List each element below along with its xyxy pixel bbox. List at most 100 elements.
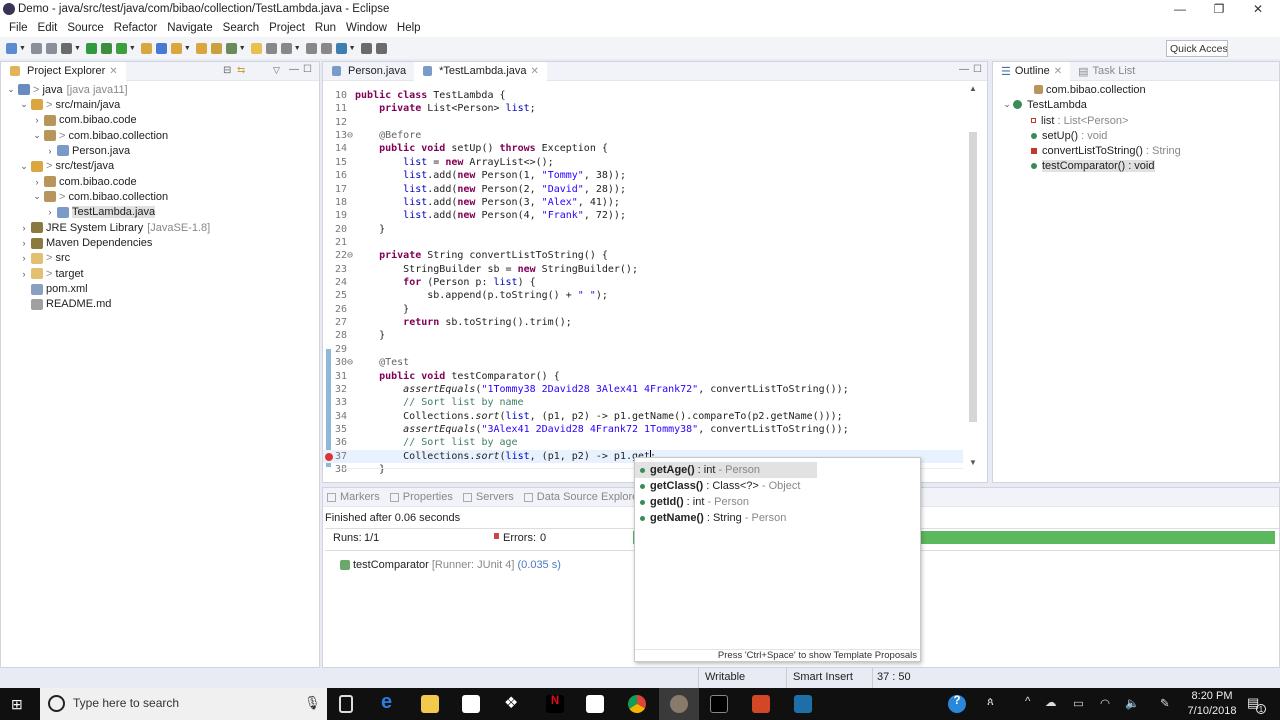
pen-icon[interactable]: ✎ — [1160, 696, 1170, 710]
scroll-up-icon[interactable]: ▲ — [969, 84, 977, 93]
tab-outline[interactable]: ☰ Outline ✕ — [993, 61, 1071, 81]
tree-item[interactable]: › com.bibao.code — [31, 174, 137, 189]
tree-item[interactable]: ⌄ > java [java java11] — [5, 82, 127, 97]
menu-source[interactable]: Source — [67, 22, 103, 34]
tree-item[interactable]: ⌄ > com.bibao.collection — [31, 128, 168, 143]
show-hidden-icons[interactable]: ^ — [1025, 696, 1030, 708]
chrome-icon[interactable] — [628, 695, 646, 713]
outline-member[interactable]: convertListToString() : String — [1031, 144, 1181, 159]
prev-annotation-icon[interactable] — [280, 42, 292, 54]
outline-class[interactable]: ⌄ TestLambda — [1001, 97, 1087, 112]
menu-navigate[interactable]: Navigate — [167, 22, 212, 34]
back-icon[interactable] — [360, 42, 372, 54]
eclipse-taskbar-icon[interactable] — [670, 695, 688, 713]
chevron-right-icon[interactable]: › — [31, 177, 43, 187]
chevron-down-icon[interactable]: ⌄ — [5, 84, 17, 95]
chevron-right-icon[interactable]: › — [18, 223, 30, 233]
menu-search[interactable]: Search — [223, 22, 259, 34]
chevron-down-icon[interactable]: ⌄ — [18, 161, 30, 172]
volume-icon[interactable]: 🔈 — [1125, 696, 1139, 710]
tree-item[interactable]: README.md — [18, 297, 111, 312]
chevron-right-icon[interactable]: › — [44, 207, 56, 217]
proposal-item[interactable]: getName() : String - Person — [635, 510, 920, 526]
mail-icon[interactable] — [586, 695, 604, 713]
editor-tab[interactable]: Person.java — [323, 62, 414, 81]
menu-file[interactable]: File — [9, 22, 28, 34]
tree-item[interactable]: pom.xml — [18, 282, 88, 297]
tab-task-list[interactable]: ▤ Task List — [1070, 62, 1143, 81]
close-icon[interactable]: ✕ — [531, 66, 539, 77]
minimize-editor-icon[interactable]: — — [959, 64, 969, 75]
dropdown-icon[interactable]: ▼ — [19, 45, 26, 52]
minimize-view-icon[interactable]: — — [289, 64, 299, 75]
vertical-scrollbar[interactable] — [969, 132, 977, 422]
search-box[interactable]: Type here to search 🎙 — [40, 688, 327, 720]
test-result-item[interactable]: testComparator [Runner: JUnit 4] (0.035 … — [339, 557, 561, 572]
insert-mode-status[interactable]: Smart Insert — [793, 671, 853, 683]
next-annotation-icon[interactable] — [265, 42, 277, 54]
tree-item[interactable]: › Person.java — [44, 143, 131, 158]
open-task-icon[interactable] — [195, 42, 207, 54]
tree-item[interactable]: › > target — [18, 266, 84, 281]
chevron-down-icon[interactable]: ⌄ — [31, 191, 43, 202]
link-editor-icon[interactable]: ⇆ — [237, 65, 245, 76]
chevron-down-icon[interactable]: ⌄ — [18, 99, 30, 110]
chevron-right-icon[interactable]: › — [31, 115, 43, 125]
close-button[interactable]: ✕ — [1248, 2, 1268, 16]
file-explorer-icon[interactable] — [421, 695, 439, 713]
highlight-icon[interactable] — [250, 42, 262, 54]
maximize-button[interactable]: ❐ — [1209, 2, 1229, 16]
web-icon[interactable] — [335, 42, 347, 54]
menu-window[interactable]: Window — [346, 22, 387, 34]
menu-edit[interactable]: Edit — [38, 22, 58, 34]
clock-date[interactable]: 7/10/2018 — [1186, 705, 1238, 717]
tree-item[interactable]: ⌄ > com.bibao.collection — [31, 189, 168, 204]
proposal-item[interactable]: getId() : int - Person — [635, 494, 920, 510]
new-java-project-icon[interactable] — [140, 42, 152, 54]
snagit-icon[interactable] — [794, 695, 812, 713]
tab-markers[interactable]: Markers — [323, 488, 384, 507]
outline-member[interactable]: setUp() : void — [1031, 128, 1107, 143]
tab-servers[interactable]: Servers — [459, 488, 518, 507]
outline-package[interactable]: com.bibao.collection — [1033, 82, 1146, 97]
error-marker-icon[interactable] — [325, 452, 333, 461]
outline-member[interactable]: list : List<Person> — [1031, 113, 1128, 128]
chevron-down-icon[interactable]: ⌄ — [31, 130, 43, 141]
maximize-view-icon[interactable]: ☐ — [303, 64, 312, 75]
pin-icon[interactable] — [305, 42, 317, 54]
menu-project[interactable]: Project — [269, 22, 305, 34]
menu-help[interactable]: Help — [397, 22, 421, 34]
collapse-all-icon[interactable]: ⊟ — [223, 65, 231, 76]
menu-refactor[interactable]: Refactor — [114, 22, 157, 34]
forward-icon[interactable] — [375, 42, 387, 54]
microphone-icon[interactable]: 🎙 — [304, 695, 321, 711]
dropdown-icon[interactable]: ▼ — [74, 45, 81, 52]
view-menu-icon[interactable]: ▽ — [273, 65, 280, 76]
dropbox-icon[interactable]: ❖ — [504, 693, 522, 712]
dropdown-icon[interactable]: ▼ — [184, 45, 191, 52]
tree-item[interactable]: › Maven Dependencies — [18, 236, 153, 251]
dropdown-icon[interactable]: ▼ — [349, 45, 356, 52]
proposal-item[interactable]: getAge() : int - Person — [635, 462, 817, 478]
external-tools-icon[interactable] — [115, 42, 127, 54]
tab-properties[interactable]: Properties — [386, 488, 457, 507]
store-icon[interactable] — [462, 695, 480, 713]
outline-member[interactable]: testComparator() : void — [1031, 159, 1155, 174]
toggle-mark-icon[interactable] — [225, 42, 237, 54]
dropdown-icon[interactable]: ▼ — [239, 45, 246, 52]
open-type-icon[interactable] — [170, 42, 182, 54]
dropdown-icon[interactable]: ▼ — [129, 45, 136, 52]
close-icon[interactable]: ✕ — [1054, 66, 1062, 77]
chevron-right-icon[interactable]: › — [18, 238, 30, 248]
tree-item[interactable]: › > src — [18, 251, 71, 266]
scroll-down-icon[interactable]: ▼ — [969, 458, 977, 467]
terminal-icon[interactable] — [710, 695, 728, 713]
quick-access-input[interactable]: Quick Access — [1166, 40, 1228, 57]
dropdown-icon[interactable]: ▼ — [294, 45, 301, 52]
people-icon[interactable]: ጰ — [987, 696, 994, 709]
chevron-right-icon[interactable]: › — [44, 146, 56, 156]
editor-tab[interactable]: *TestLambda.java ✕ — [414, 61, 547, 81]
search-icon[interactable] — [210, 42, 222, 54]
save-all-icon[interactable] — [45, 42, 57, 54]
coverage-icon[interactable] — [100, 42, 112, 54]
